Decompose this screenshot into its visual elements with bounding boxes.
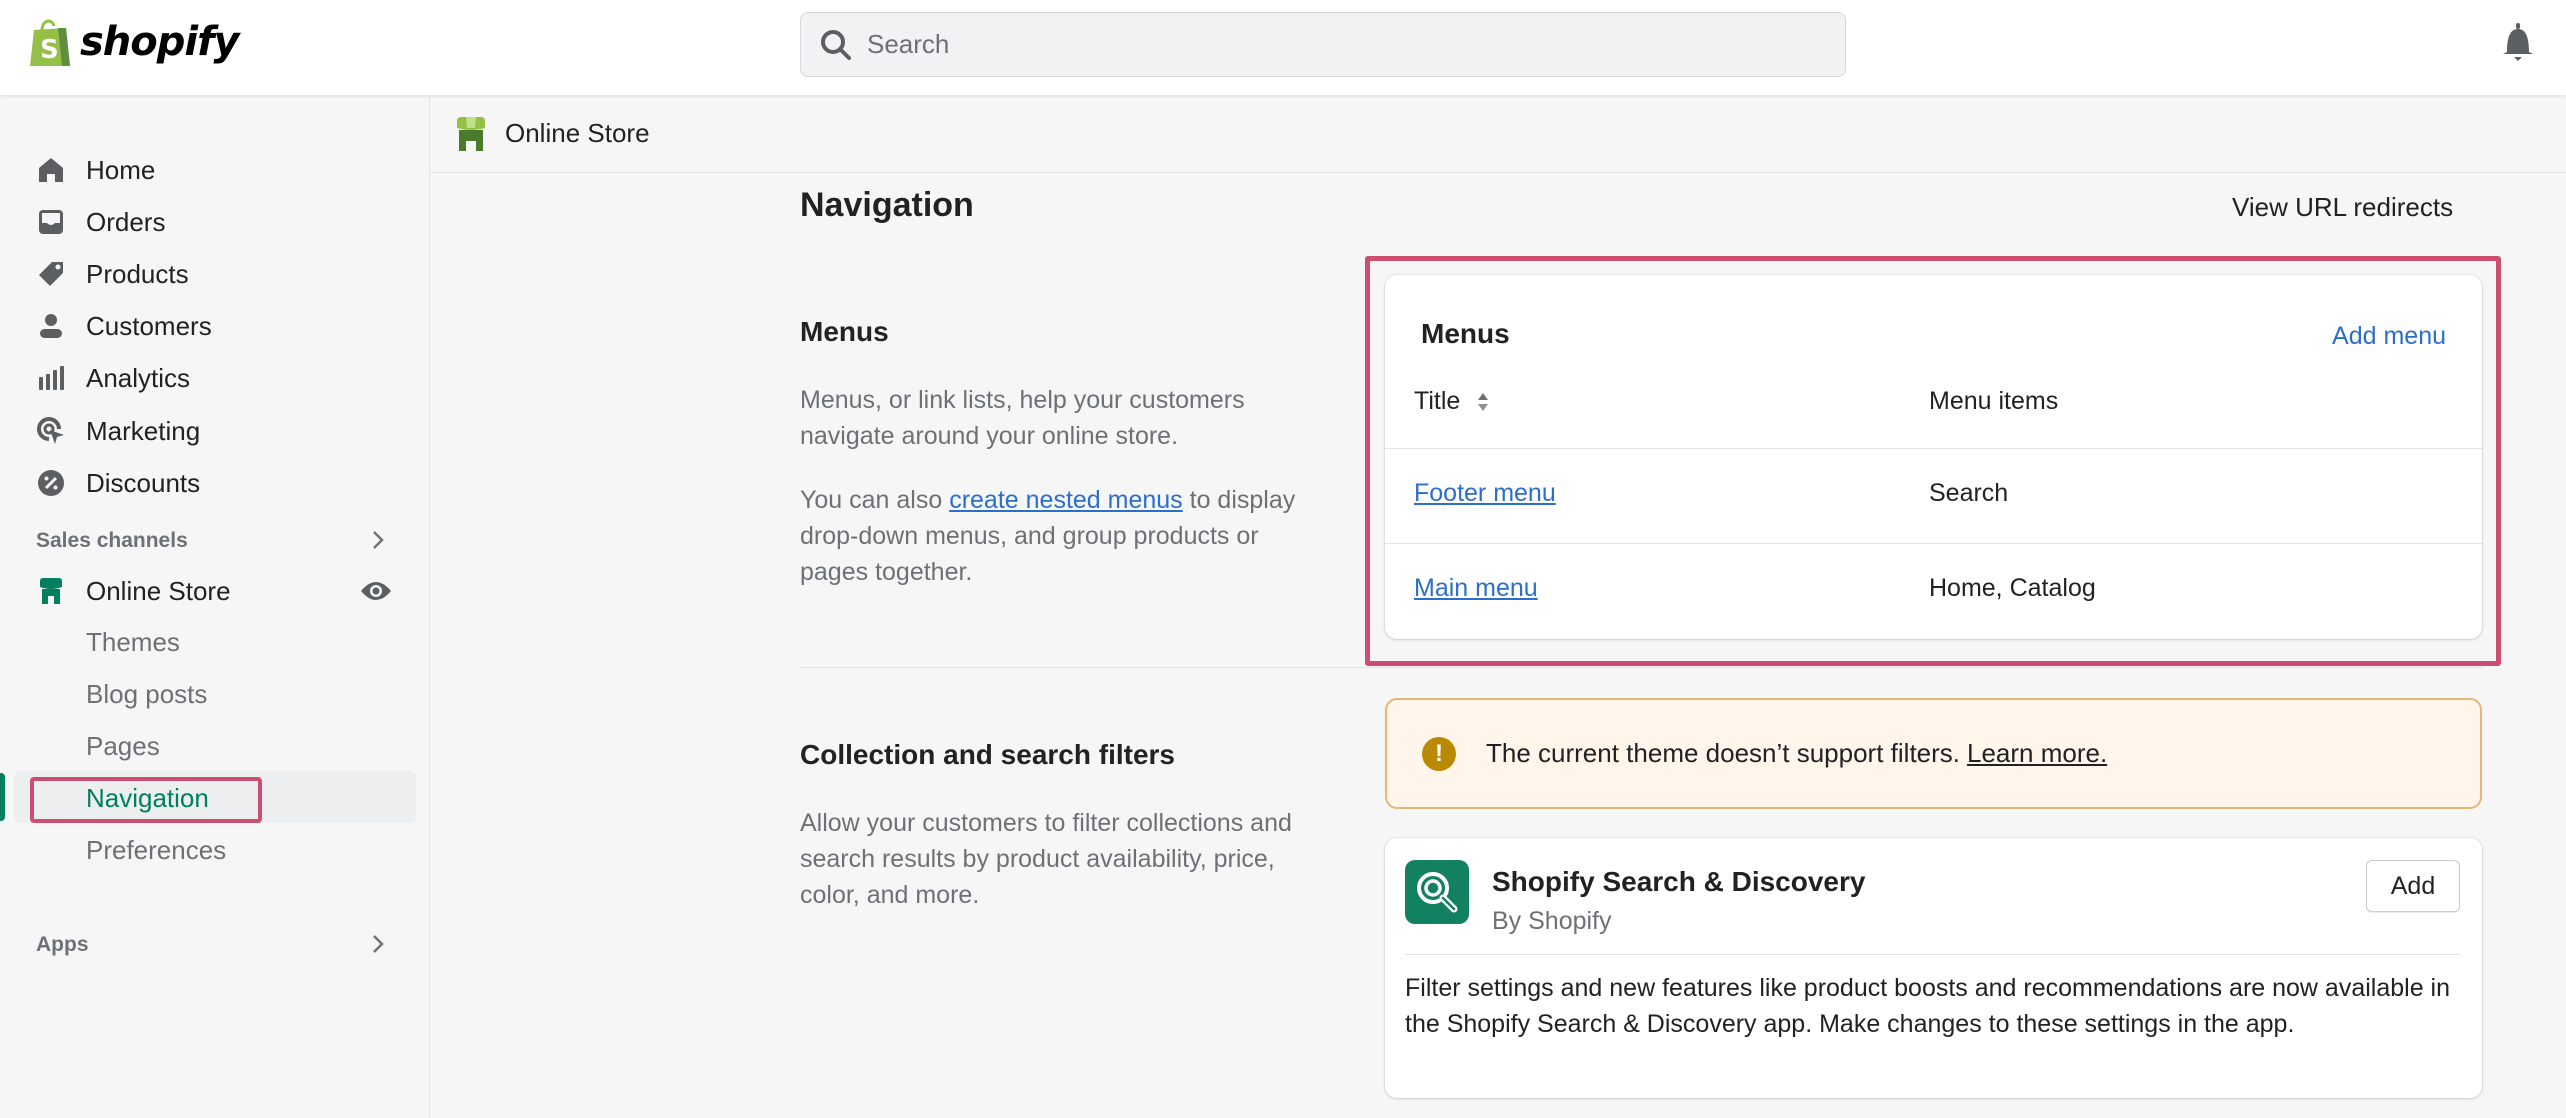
sidebar-item-label: Products [86,258,189,289]
sidebar-item-analytics[interactable]: Analytics [36,356,190,400]
search-discovery-app-card: Shopify Search & Discovery By Shopify Ad… [1385,838,2482,1098]
bar-chart-icon [36,363,66,393]
breadcrumb-label[interactable]: Online Store [505,118,650,149]
app-developer: By Shopify [1492,907,1612,935]
section-divider [800,667,2482,668]
search-bar[interactable] [800,12,1846,77]
person-icon [36,311,66,341]
add-app-button[interactable]: Add [2366,860,2460,912]
active-indicator [0,773,5,821]
brand-name: shopify [80,19,240,65]
top-bar: S shopify [0,0,2566,95]
sidebar-item-products[interactable]: Products [36,252,189,296]
sidebar-item-label: Marketing [86,415,201,446]
apps-label: Apps [36,933,89,956]
search-discovery-app-icon [1405,860,1469,924]
sidebar-item-label: Home [86,154,156,185]
svg-text:S: S [40,35,59,65]
menus-section-description: Menus, or link lists, help your customer… [800,386,1245,450]
sidebar-item-label: Orders [86,206,166,237]
nested-menus-text: You can also create nested menus to disp… [800,482,1320,590]
filters-section-description: Allow your customers to filter collectio… [800,809,1292,909]
sales-channels-label: Sales channels [36,529,188,552]
target-cursor-icon [36,416,66,446]
chevron-right-icon[interactable] [370,529,386,551]
sidebar-item-label: Discounts [86,467,201,498]
sidebar-item-orders[interactable]: Orders [36,200,165,244]
sidebar-subitem-themes[interactable]: Themes [86,627,180,658]
sidebar-item-online-store[interactable]: Online Store [36,569,231,613]
sidebar-item-customers[interactable]: Customers [36,304,212,348]
search-icon [821,29,851,60]
sidebar-item-label: Analytics [86,362,191,393]
sidebar-item-marketing[interactable]: Marketing [36,409,200,453]
banner-text: The current theme doesn’t support filter… [1486,738,1961,768]
home-icon [36,155,66,185]
learn-more-link[interactable]: Learn more. [1967,738,2107,768]
search-input[interactable] [867,29,1767,60]
create-nested-menus-link[interactable]: create nested menus [949,486,1182,514]
chevron-right-icon[interactable] [370,933,386,955]
tag-icon [36,259,66,289]
store-icon [457,116,485,151]
discount-badge-icon [36,468,66,498]
sidebar-subitem-pages[interactable]: Pages [86,731,160,762]
warning-banner: ! The current theme doesn’t support filt… [1385,698,2482,809]
sidebar-item-discounts[interactable]: Discounts [36,461,200,505]
app-name: Shopify Search & Discovery [1492,866,1866,897]
orders-inbox-icon [36,207,66,237]
sidebar-item-label: Online Store [86,575,231,606]
store-icon [36,576,66,606]
page-title: Navigation [800,186,974,224]
bell-icon[interactable] [2500,22,2536,64]
highlight-box-navigation [30,777,262,823]
highlight-box-menus-card [1365,256,2501,666]
view-url-redirects-button[interactable]: View URL redirects [2232,192,2453,223]
eye-icon[interactable] [360,579,392,603]
sidebar-item-label: Customers [86,310,212,341]
shopify-logo[interactable]: S shopify [28,16,240,68]
sidebar-subitem-blog-posts[interactable]: Blog posts [86,679,207,710]
breadcrumb: Online Store [431,95,2566,173]
filters-section-title: Collection and search filters [800,739,1175,770]
app-description: Filter settings and new features like pr… [1405,974,2451,1038]
menus-section-title: Menus [800,316,889,347]
sidebar: Home Orders Products Customers Analytics… [0,95,430,1118]
app-card-divider [1405,954,2460,955]
nested-prefix: You can also [800,486,950,514]
shopify-bag-icon: S [30,19,70,66]
sidebar-subitem-preferences[interactable]: Preferences [86,835,226,866]
sidebar-item-home[interactable]: Home [36,148,155,192]
banner-message: The current theme doesn’t support filter… [1486,738,2107,769]
warning-icon: ! [1422,736,1456,771]
